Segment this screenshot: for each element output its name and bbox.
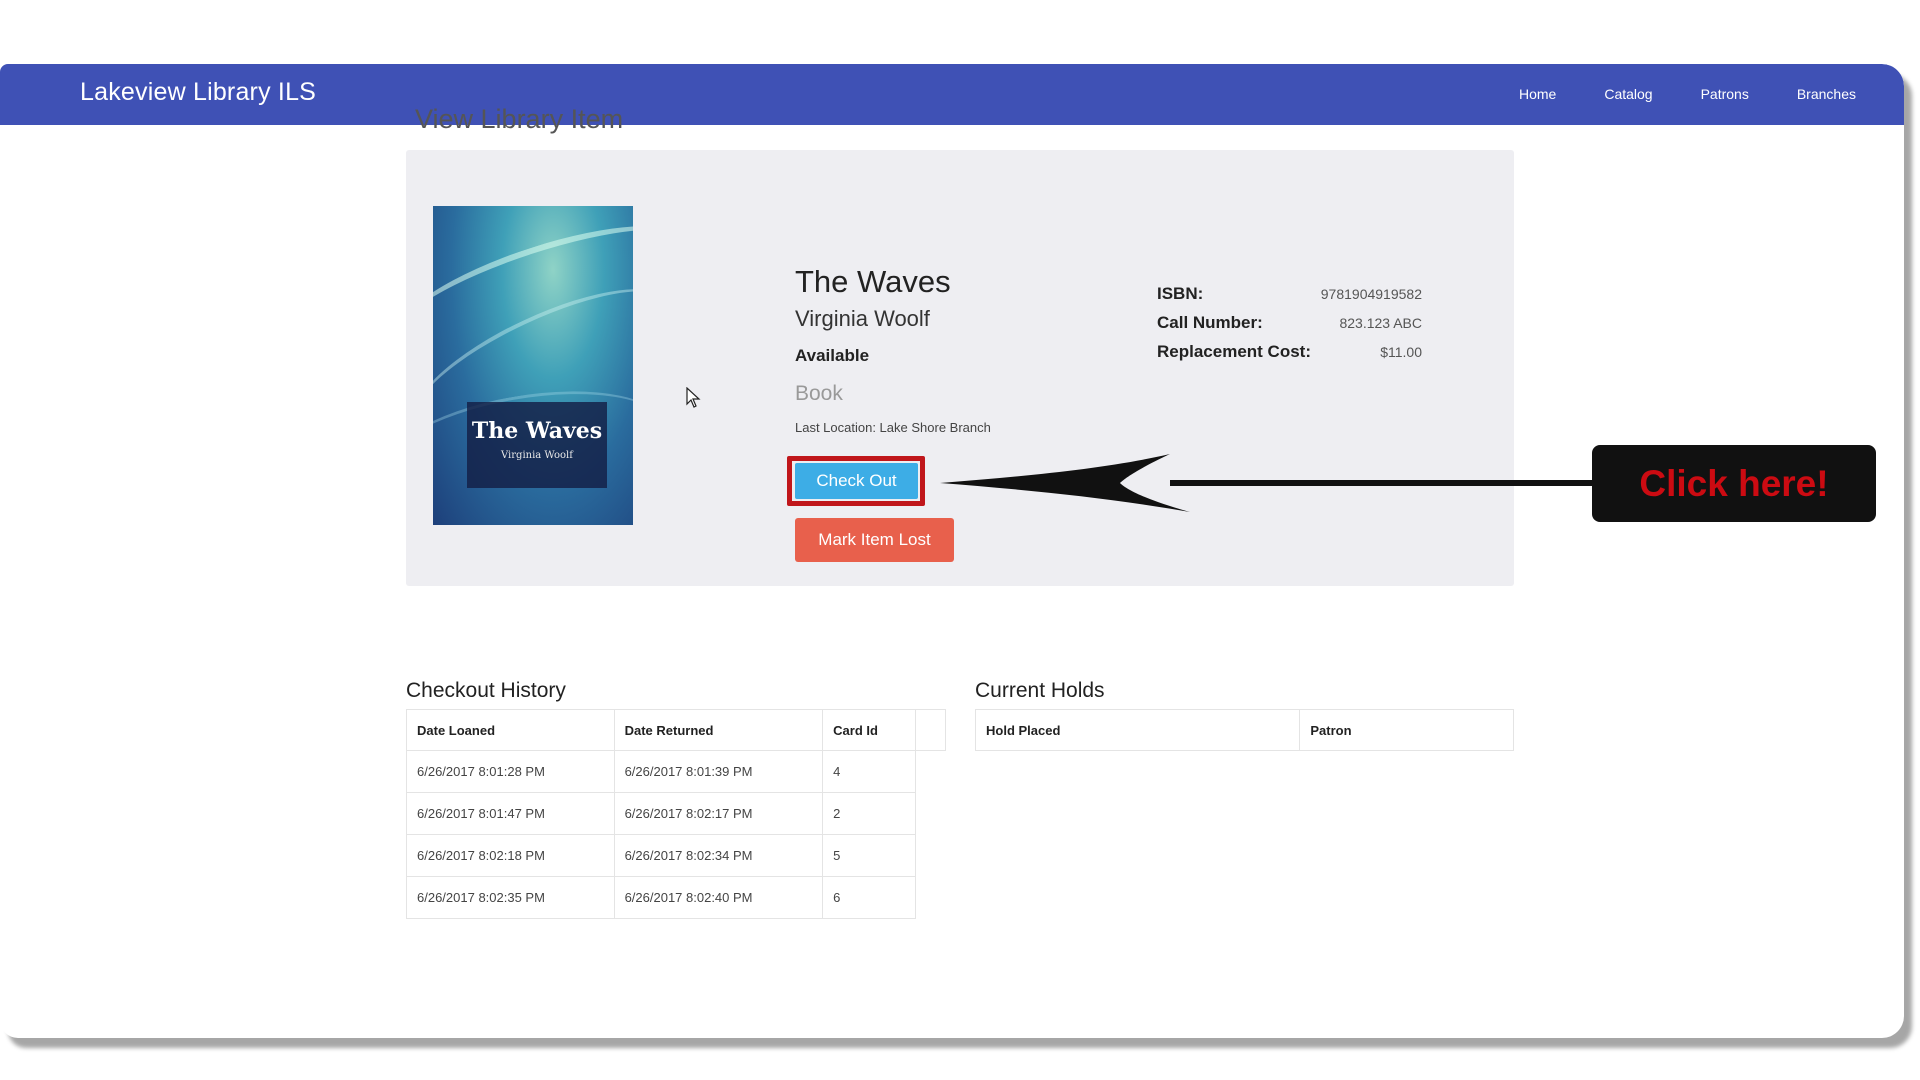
item-details: ISBN: 9781904919582 Call Number: 823.123… bbox=[1157, 284, 1422, 371]
current-holds-title: Current Holds bbox=[975, 679, 1105, 702]
table-cell-empty bbox=[916, 877, 946, 919]
table-row: 6/26/2017 8:01:28 PM 6/26/2017 8:01:39 P… bbox=[406, 750, 946, 793]
item-info: The Waves Virginia Woolf Available Book … bbox=[795, 264, 991, 435]
annotation-text: Click here! bbox=[1639, 462, 1829, 504]
detail-value: $11.00 bbox=[1380, 344, 1422, 360]
table-row: 6/26/2017 8:01:47 PM 6/26/2017 8:02:17 P… bbox=[406, 792, 946, 835]
table-cell-empty bbox=[916, 835, 946, 877]
nav-branches-link[interactable]: Branches bbox=[1797, 86, 1856, 102]
table-cell: 6/26/2017 8:02:34 PM bbox=[613, 834, 824, 877]
item-type: Book bbox=[795, 382, 843, 405]
cover-author: Virginia Woolf bbox=[501, 450, 573, 461]
table-cell: 6/26/2017 8:01:47 PM bbox=[406, 792, 615, 835]
table-cell: 6/26/2017 8:01:39 PM bbox=[613, 750, 824, 793]
cover-title: The Waves bbox=[471, 418, 603, 444]
mark-item-lost-button[interactable]: Mark Item Lost bbox=[795, 518, 954, 562]
item-last-location: Last Location: Lake Shore Branch bbox=[795, 420, 991, 435]
column-header: Date Returned bbox=[613, 709, 824, 751]
detail-label: Call Number: bbox=[1157, 313, 1263, 332]
table-cell: 6/26/2017 8:02:40 PM bbox=[613, 876, 824, 919]
detail-label: Replacement Cost: bbox=[1157, 342, 1311, 361]
detail-label: ISBN: bbox=[1157, 284, 1204, 303]
mouse-cursor-icon bbox=[686, 387, 701, 408]
table-header-row: Hold Placed Patron bbox=[974, 709, 1514, 751]
column-header: Hold Placed bbox=[974, 709, 1301, 751]
nav-links: Home Catalog Patrons Branches bbox=[1519, 86, 1856, 102]
nav-home-link[interactable]: Home bbox=[1519, 86, 1556, 102]
annotation-callout: Click here! bbox=[1592, 445, 1876, 522]
detail-value: 9781904919582 bbox=[1320, 286, 1422, 302]
page-title: View Library Item bbox=[415, 104, 624, 134]
detail-row-call-number: Call Number: 823.123 ABC bbox=[1157, 313, 1422, 342]
brand-link[interactable]: Lakeview Library ILS bbox=[80, 78, 316, 107]
detail-row-replacement-cost: Replacement Cost: $11.00 bbox=[1157, 342, 1422, 371]
detail-value: 823.123 ABC bbox=[1339, 315, 1422, 331]
checkout-history-table: Date Loaned Date Returned Card Id 6/26/2… bbox=[406, 709, 946, 919]
table-cell: 5 bbox=[822, 834, 917, 877]
table-cell: 2 bbox=[822, 792, 917, 835]
column-header-empty bbox=[915, 709, 946, 751]
checkout-history-title: Checkout History bbox=[406, 679, 566, 702]
column-header: Patron bbox=[1299, 709, 1514, 751]
check-out-button[interactable]: Check Out bbox=[795, 463, 918, 499]
table-cell: 6/26/2017 8:02:18 PM bbox=[406, 834, 615, 877]
column-header: Date Loaned bbox=[406, 709, 615, 751]
annotation-arrow-icon bbox=[940, 454, 1600, 512]
column-header: Card Id bbox=[822, 709, 917, 751]
item-author: Virginia Woolf bbox=[795, 306, 930, 331]
table-cell: 6/26/2017 8:02:17 PM bbox=[613, 792, 824, 835]
item-status: Available bbox=[795, 346, 870, 365]
table-header-row: Date Loaned Date Returned Card Id bbox=[406, 709, 946, 751]
book-cover-image: The Waves Virginia Woolf bbox=[433, 206, 633, 525]
table-cell: 6 bbox=[822, 876, 917, 919]
nav-catalog-link[interactable]: Catalog bbox=[1604, 86, 1652, 102]
table-cell-empty bbox=[916, 793, 946, 835]
table-cell: 4 bbox=[822, 750, 917, 793]
current-holds-table: Hold Placed Patron bbox=[974, 709, 1514, 751]
table-cell: 6/26/2017 8:02:35 PM bbox=[406, 876, 615, 919]
top-navbar: Lakeview Library ILS Home Catalog Patron… bbox=[0, 64, 1904, 125]
item-title: The Waves bbox=[795, 264, 951, 299]
table-row: 6/26/2017 8:02:35 PM 6/26/2017 8:02:40 P… bbox=[406, 876, 946, 919]
cover-title-plate: The Waves Virginia Woolf bbox=[467, 402, 607, 488]
table-cell: 6/26/2017 8:01:28 PM bbox=[406, 750, 615, 793]
table-row: 6/26/2017 8:02:18 PM 6/26/2017 8:02:34 P… bbox=[406, 834, 946, 877]
nav-patrons-link[interactable]: Patrons bbox=[1701, 86, 1749, 102]
detail-row-isbn: ISBN: 9781904919582 bbox=[1157, 284, 1422, 313]
table-cell-empty bbox=[916, 751, 946, 793]
